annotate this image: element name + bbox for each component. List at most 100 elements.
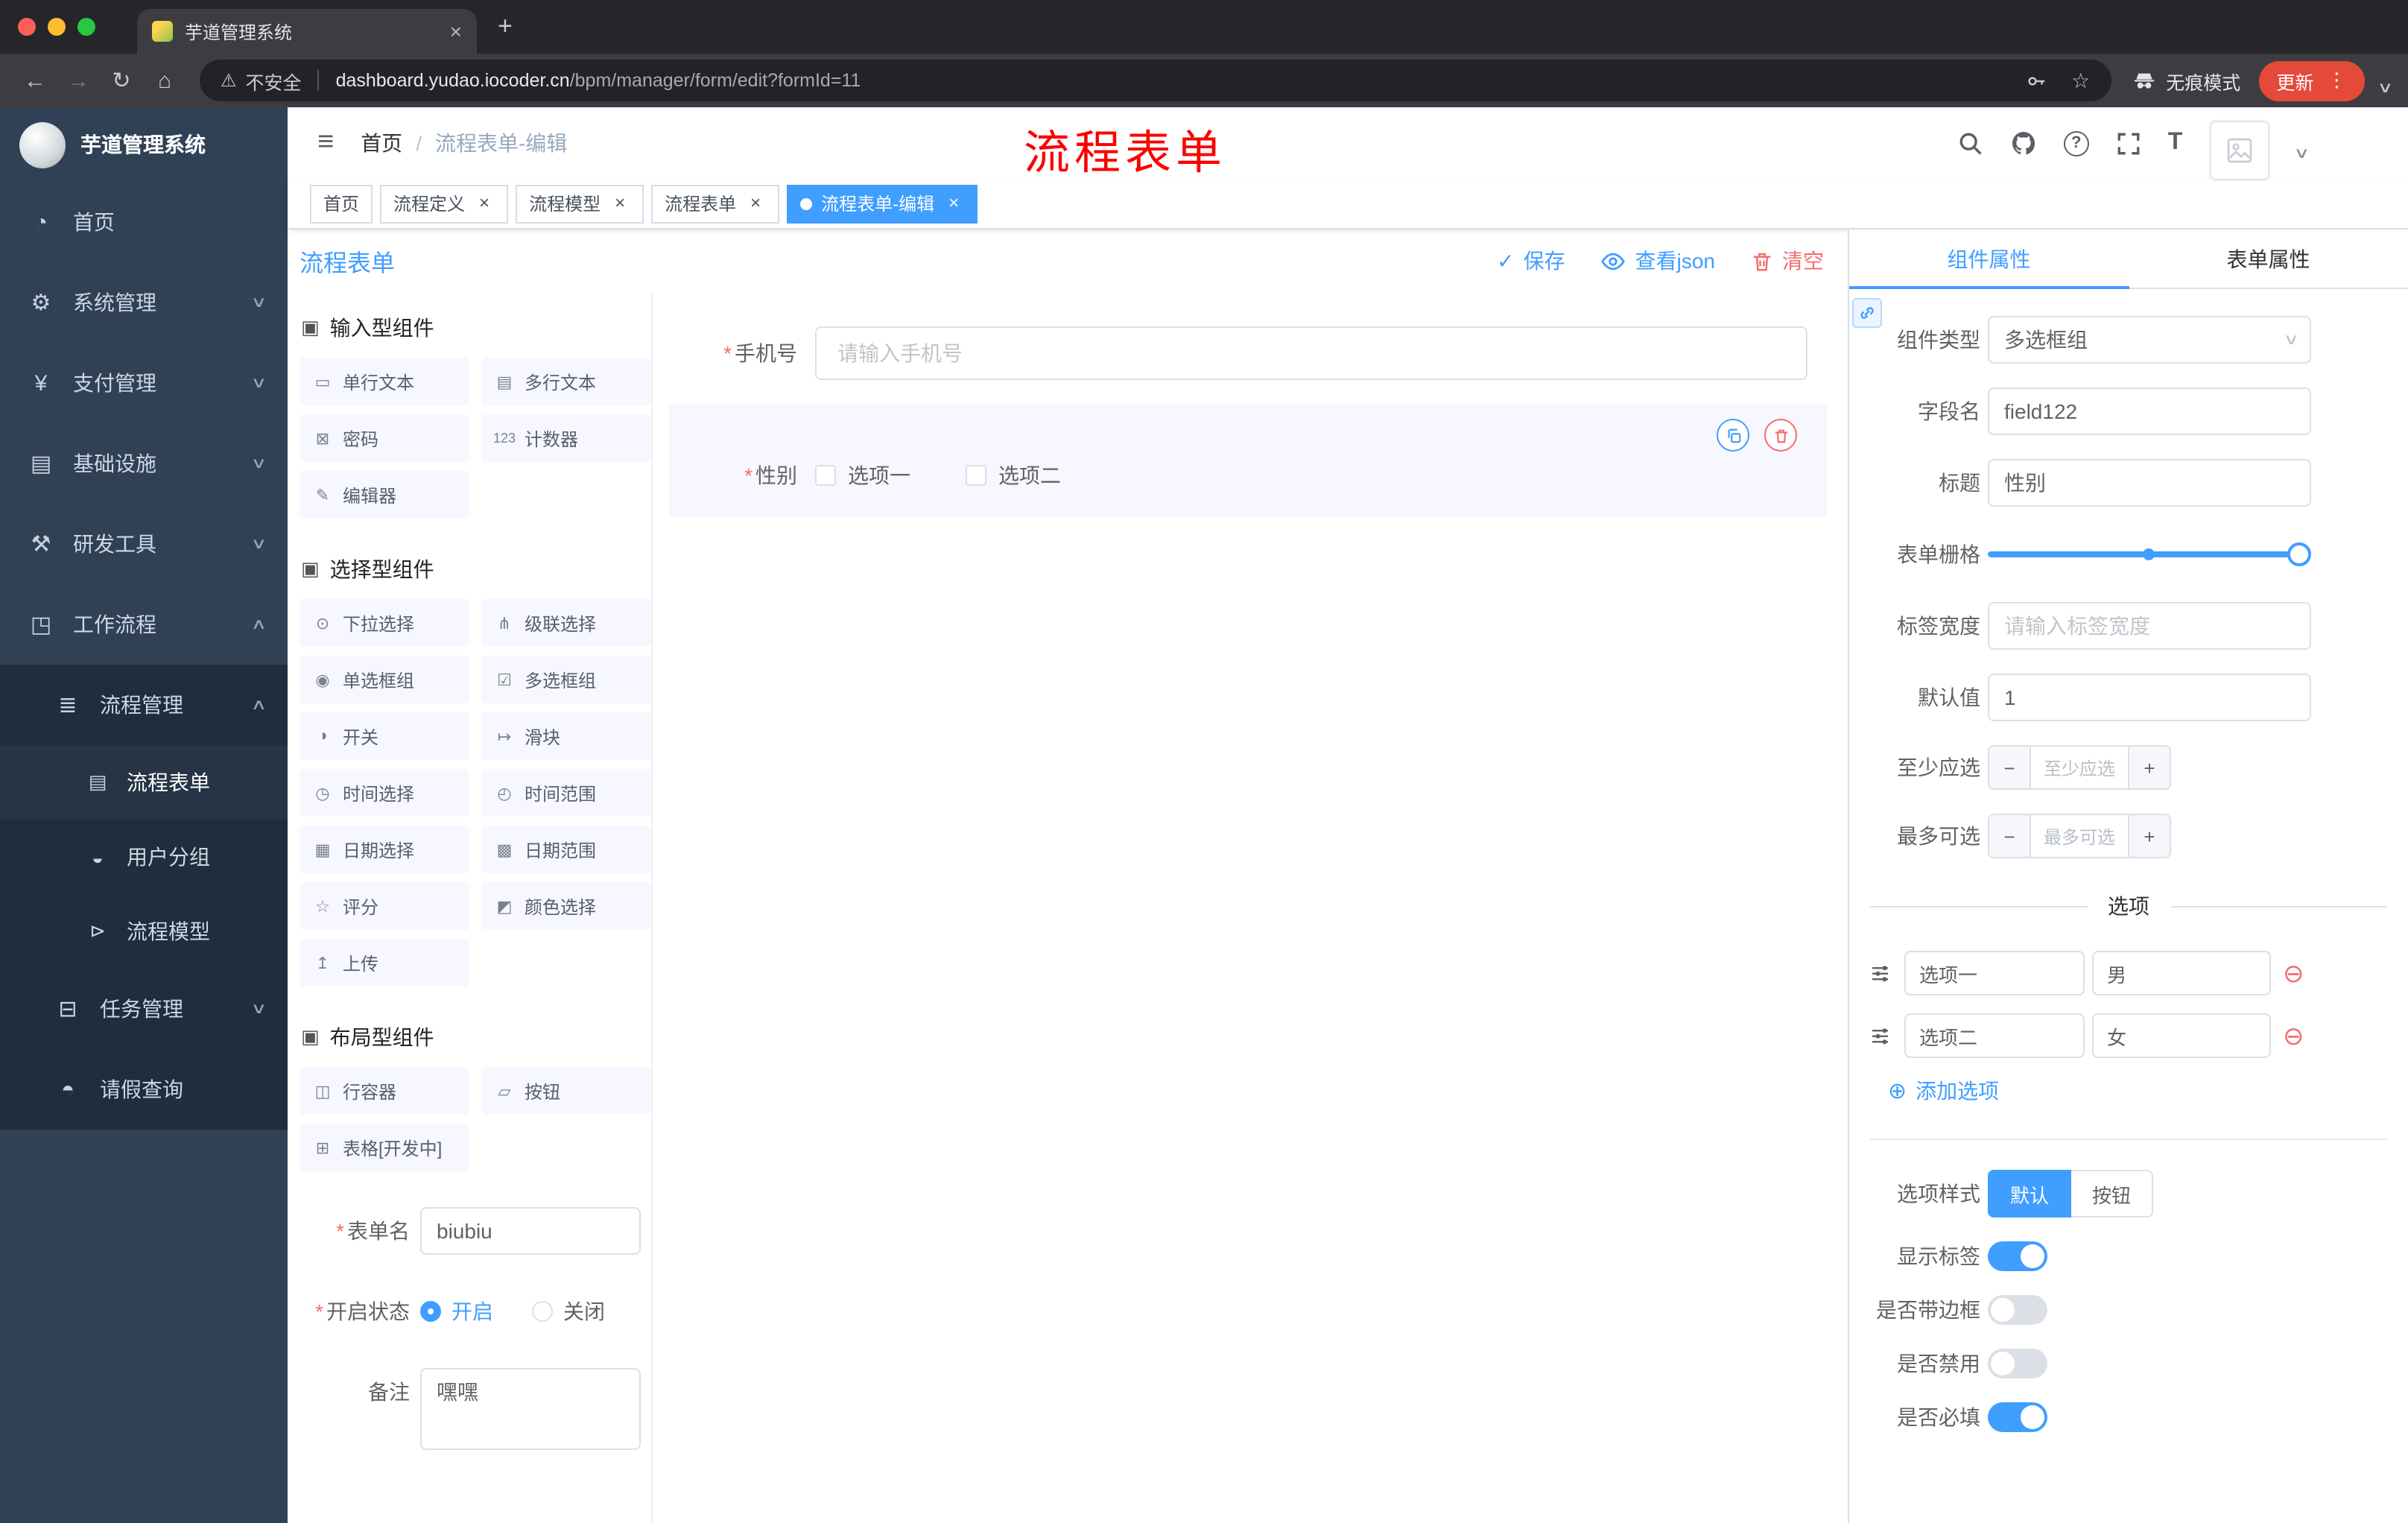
save-button[interactable]: ✓ 保存 [1497,246,1565,276]
minimize-window-button[interactable] [48,18,66,36]
avatar-chevron-icon[interactable]: ∨ [2293,145,2310,162]
form-remark-textarea[interactable]: 嘿嘿 [420,1368,641,1450]
canvas[interactable]: * 手机号 请输入手机号 * 性别 选项一 选项二 [653,292,1848,1523]
grid-slider[interactable] [1988,531,2311,578]
sidebar-item-home[interactable]: ◔ 首页 [0,182,288,262]
tag-process-form-edit[interactable]: 流程表单-编辑 × [787,184,978,223]
component-item-checkbox-group[interactable]: ☑ 多选框组 [481,656,651,703]
forward-icon[interactable]: → [58,68,98,93]
tag-process-model[interactable]: 流程模型 × [516,184,644,223]
tab-component-props[interactable]: 组件属性 [1849,229,2129,289]
sidebar-item-infrastructure[interactable]: ▤ 基础设施 ∨ [0,423,288,504]
hamburger-icon[interactable]: ≡ [302,127,349,159]
tag-close-icon[interactable]: × [609,192,630,214]
decrease-button[interactable]: − [1989,815,2031,857]
component-item-select[interactable]: ⊙ 下拉选择 [300,599,469,647]
component-item-table[interactable]: ⊞ 表格[开发中] [300,1124,469,1171]
tab-form-props[interactable]: 表单属性 [2129,229,2408,288]
component-type-select[interactable]: 多选框组 ∨ [1988,316,2311,364]
security-status[interactable]: ⚠ 不安全 [221,66,302,95]
remove-option-icon[interactable]: ⊖ [2283,960,2304,986]
checkbox-option-2[interactable]: 选项二 [966,460,1061,490]
component-item-password[interactable]: ⊠ 密码 [300,414,469,462]
tag-close-icon[interactable]: × [474,192,495,214]
component-item-time-picker[interactable]: ◷ 时间选择 [300,769,469,817]
maximize-window-button[interactable] [77,18,95,36]
form-name-input[interactable] [420,1207,641,1255]
component-item-cascader[interactable]: ⋔ 级联选择 [481,599,651,647]
help-icon[interactable]: ? [2063,130,2089,156]
sidebar-item-workflow[interactable]: ◳ 工作流程 ∧ [0,584,288,665]
option-value-input[interactable] [2092,1013,2271,1058]
drag-handle-icon[interactable] [1870,1025,1892,1047]
breadcrumb-home[interactable]: 首页 [361,128,402,158]
tag-process-definition[interactable]: 流程定义 × [380,184,509,223]
field-name-input[interactable] [1988,387,2311,435]
option-value-input[interactable] [2092,951,2271,995]
option-label-input[interactable] [1904,1013,2085,1058]
fullscreen-icon[interactable] [2116,130,2141,156]
component-item-editor[interactable]: ✎ 编辑器 [300,471,469,519]
canvas-widget-gender-selected[interactable]: * 性别 选项一 选项二 [669,404,1827,517]
back-icon[interactable]: ← [15,68,55,93]
phone-input[interactable] [815,326,1807,380]
sidebar-item-dev-tools[interactable]: ⚒ 研发工具 ∨ [0,504,288,584]
component-item-counter[interactable]: 123 计数器 [481,414,651,462]
tag-close-icon[interactable]: × [943,192,964,214]
increase-button[interactable]: + [2128,815,2170,857]
slider-handle[interactable] [2287,542,2311,566]
component-item-slider[interactable]: ↦ 滑块 [481,712,651,760]
component-item-button[interactable]: ▱ 按钮 [481,1067,651,1115]
bookmark-star-icon[interactable]: ☆ [2071,68,2090,93]
browser-tab[interactable]: 芋道管理系统 × [137,9,477,54]
stepper-placeholder[interactable]: 最多可选 [2031,815,2128,857]
component-item-single-line-text[interactable]: ▭ 单行文本 [300,358,469,405]
reload-icon[interactable]: ↻ [101,67,142,94]
component-item-date-range[interactable]: ▩ 日期范围 [481,826,651,873]
sidebar-item-process-management[interactable]: ≣ 流程管理 ∧ [0,665,288,745]
canvas-field-phone[interactable]: * 手机号 [669,323,1827,383]
search-icon[interactable] [1958,130,1983,156]
link-button[interactable] [1852,298,1882,328]
add-option-button[interactable]: ⊕ 添加选项 [1888,1076,2408,1106]
tag-close-icon[interactable]: × [745,192,766,214]
sidebar-item-task-management[interactable]: ⊟ 任务管理 ∨ [0,969,288,1049]
style-button-button[interactable]: 按钮 [2071,1170,2154,1218]
component-item-radio-group[interactable]: ◉ 单选框组 [300,656,469,703]
component-item-color-picker[interactable]: ◩ 颜色选择 [481,882,651,930]
new-tab-button[interactable]: + [498,12,513,42]
checkbox-option-1[interactable]: 选项一 [815,460,910,490]
close-window-button[interactable] [18,18,36,36]
increase-button[interactable]: + [2128,747,2170,788]
tag-process-form[interactable]: 流程表单 × [651,184,780,223]
component-item-upload[interactable]: ↥ 上传 [300,939,469,987]
show-label-toggle[interactable] [1988,1241,2047,1271]
clear-button[interactable]: 清空 [1751,246,1824,276]
radio-closed[interactable]: 关闭 [532,1296,605,1326]
stepper-placeholder[interactable]: 至少应选 [2031,747,2128,788]
with-border-toggle[interactable] [1988,1295,2047,1325]
browser-menu-icon[interactable]: ⋮ [2327,69,2346,92]
tab-close-icon[interactable]: × [450,21,462,42]
style-default-button[interactable]: 默认 [1988,1170,2072,1218]
sidebar-item-process-form[interactable]: ▤ 流程表单 [0,745,288,820]
avatar[interactable] [2209,121,2269,180]
delete-widget-button[interactable] [1764,419,1797,452]
address-bar[interactable]: ⚠ 不安全 dashboard.yudao.iocoder.cn /bpm/ma… [200,60,2111,101]
github-icon[interactable] [2010,130,2037,156]
drag-handle-icon[interactable] [1870,962,1892,984]
label-width-input[interactable] [1988,602,2311,650]
radio-open[interactable]: 开启 [420,1296,493,1326]
copy-widget-button[interactable] [1717,419,1749,452]
sidebar-item-user-group[interactable]: ◒ 用户分组 [0,820,288,894]
default-value-input[interactable] [1988,674,2311,721]
component-item-switch[interactable]: ◑ 开关 [300,712,469,760]
option-label-input[interactable] [1904,951,2085,995]
key-icon[interactable] [2025,69,2047,92]
required-toggle[interactable] [1988,1402,2047,1432]
remove-option-icon[interactable]: ⊖ [2283,1023,2304,1048]
font-size-icon[interactable]: T [2168,130,2183,156]
sidebar-item-leave-query[interactable]: ◓ 请假查询 [0,1049,288,1130]
sidebar-item-payment-management[interactable]: ¥ 支付管理 ∨ [0,343,288,423]
home-icon[interactable]: ⌂ [145,68,185,93]
